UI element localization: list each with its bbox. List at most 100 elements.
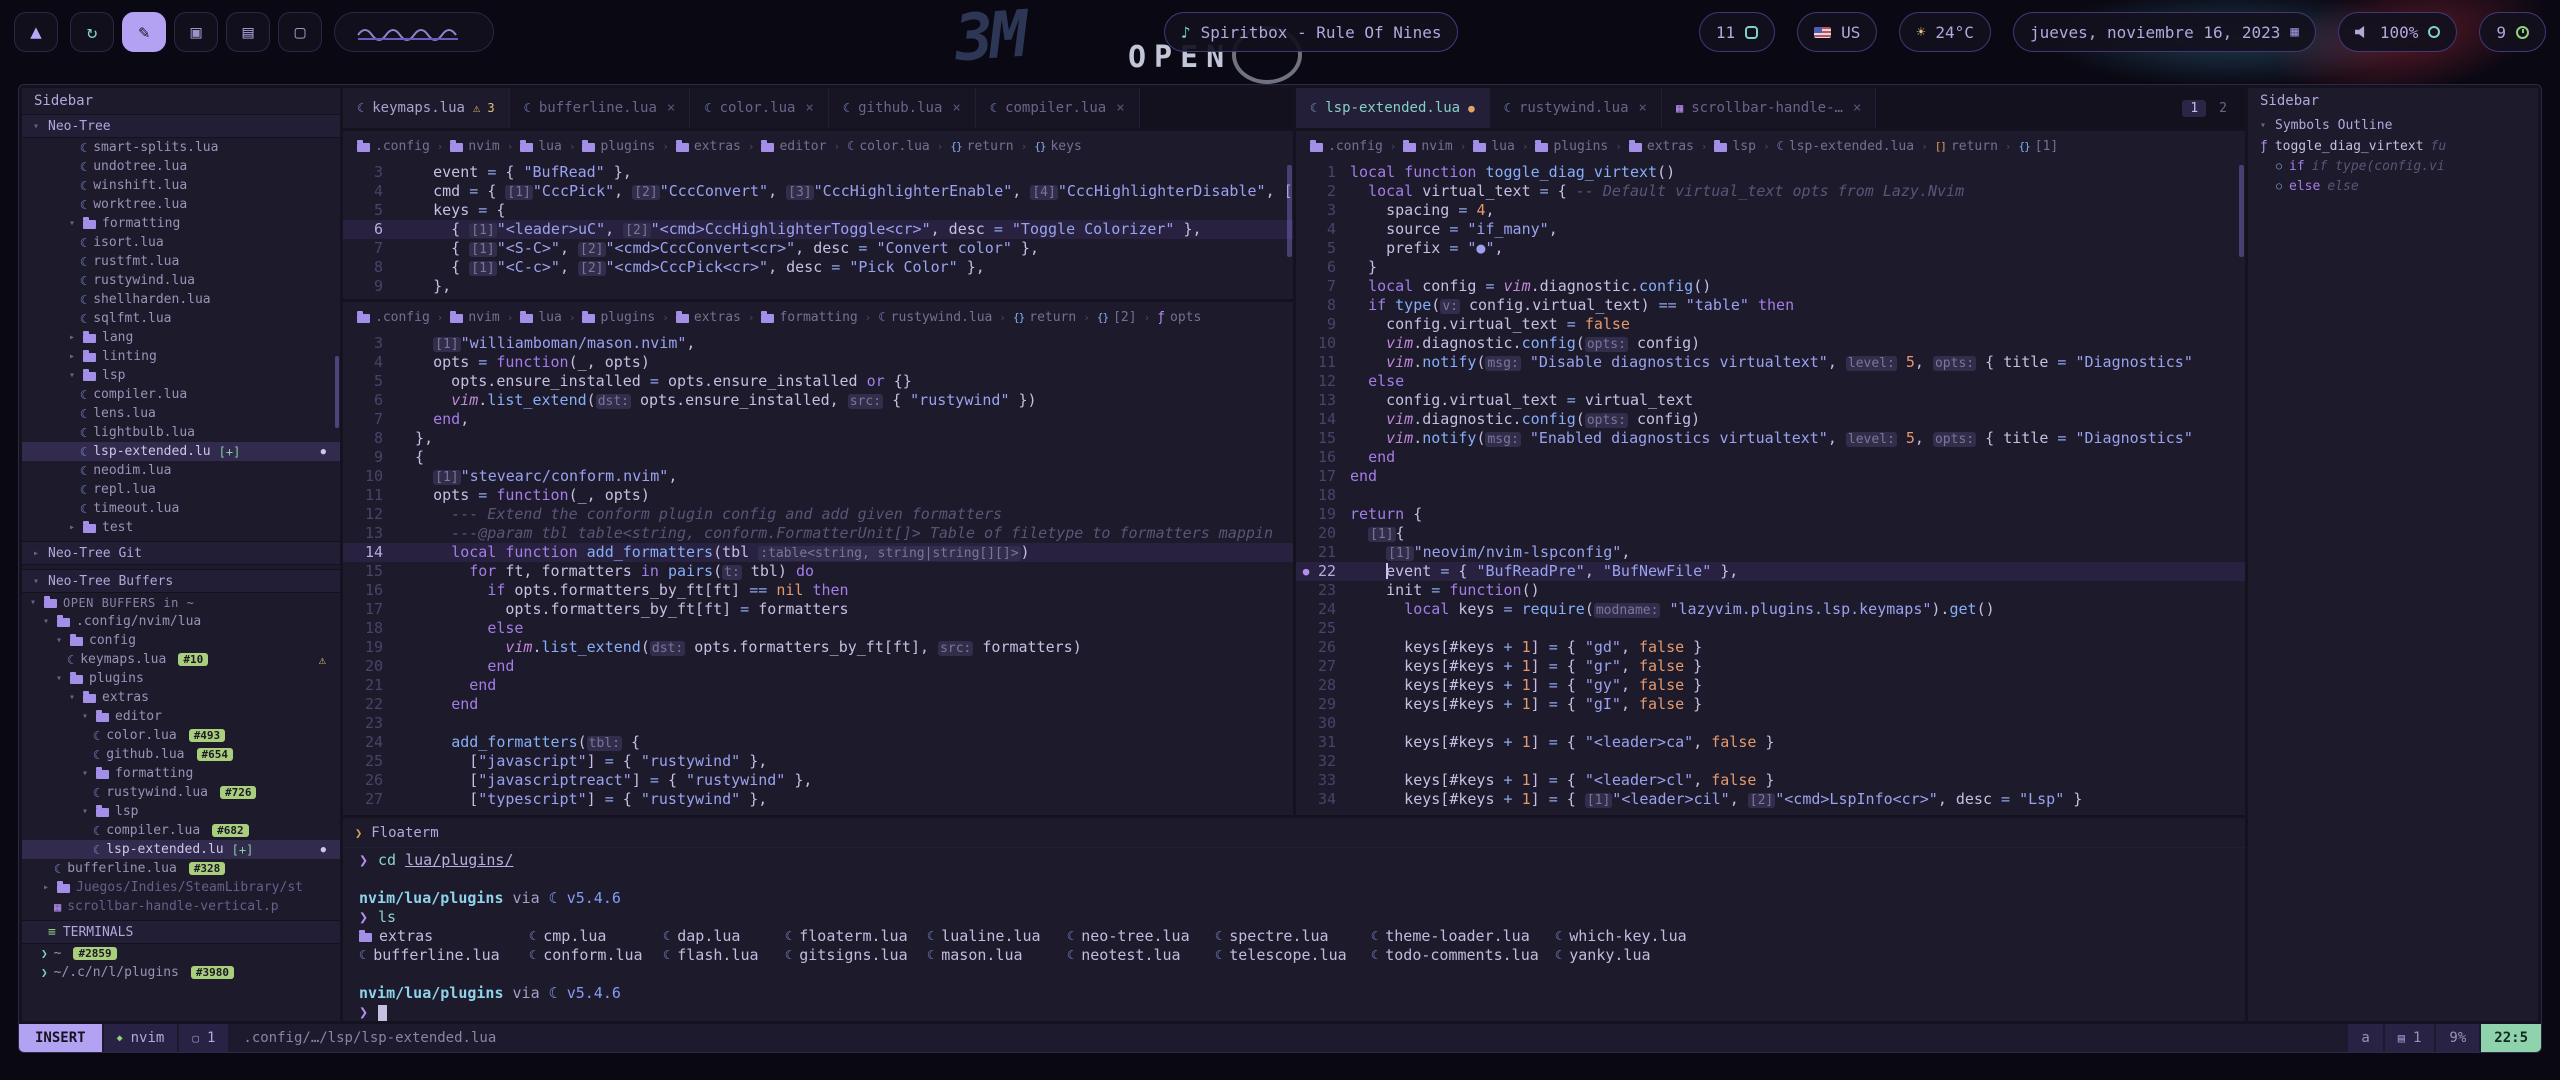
tree-item[interactable]: ☾bufferline.lua#328 [22,859,340,878]
pane-rustywind-lua[interactable]: .config›nvim›lua›plugins›extras›formatti… [343,302,1293,815]
breadcrumb-segment[interactable]: plugins [1535,139,1608,154]
tree-item[interactable]: ☾smart-splits.lua [22,138,340,157]
pill-volume[interactable]: 100% [2338,12,2458,52]
code-line[interactable]: 19 vim.list_extend(dst: opts.formatters_… [343,638,1293,657]
pill-clock-date[interactable]: jueves, noviembre 16, 2023▦ [2013,12,2316,52]
tree-item[interactable]: ☾isort.lua [22,233,340,252]
code-line[interactable]: 24 local keys = require(modname: "lazyvi… [1296,600,2245,619]
tree-item[interactable]: ☾compiler.lua [22,385,340,404]
tree-item[interactable]: ☾neodim.lua [22,461,340,480]
tree-item[interactable]: ☾sqlfmt.lua [22,309,340,328]
code-line[interactable]: 10 vim.diagnostic.config(opts: config) [1296,334,2245,353]
tree-item[interactable]: ❯~/.c/n/l/plugins#3980 [22,963,340,982]
code-view[interactable]: 3 [1]"williamboman/mason.nvim",4 opts = … [343,332,1293,815]
pane-lsp-extended-lua[interactable]: .config›nvim›lua›plugins›extras›lsp›☾lsp… [1296,131,2245,815]
breadcrumb-segment[interactable]: lsp [1714,139,1755,154]
tree-item[interactable]: ▦scrollbar-handle-vertical.p [22,897,340,916]
file-entry[interactable]: ☾conform.lua [529,946,663,965]
code-line[interactable]: 12 --- Extend the conform plugin config … [343,505,1293,524]
terminal-line[interactable]: ❯cdlua/plugins/ [359,851,2229,870]
tree-item[interactable]: ☾worktree.lua [22,195,340,214]
tree-item[interactable]: ☾undotree.lua [22,157,340,176]
code-line[interactable]: 5 keys = { [343,201,1293,220]
code-line[interactable]: 1local function toggle_diag_virtext() [1296,163,2245,182]
pill-keyboard-layout[interactable]: US [1797,12,1877,52]
sidebar-scrollbar[interactable] [335,356,339,428]
pane-scrollbar[interactable] [2239,165,2244,257]
tab-close-icon[interactable]: × [805,100,813,116]
code-line[interactable]: 3 event = { "BufRead" }, [343,163,1293,182]
breadcrumb-segment[interactable]: .config [357,310,430,325]
outline-item[interactable]: ○elseelse [2248,176,2538,196]
breadcrumb-segment[interactable]: .config [357,139,430,154]
breadcrumb-segment[interactable]: .config [1310,139,1383,154]
code-line[interactable]: 6 vim.list_extend(dst: opts.ensure_insta… [343,391,1293,410]
breadcrumb-segment[interactable]: editor [761,139,826,154]
tree-item[interactable]: ☾color.lua#493 [22,726,340,745]
tree-item[interactable]: ☾rustywind.lua [22,271,340,290]
tab-keymaps-lua[interactable]: ☾keymaps.lua⚠ 3 [343,88,510,128]
breadcrumb-segment[interactable]: nvim [450,310,499,325]
pill-timer[interactable]: 9 [2479,12,2546,52]
code-line[interactable]: 21 end [343,676,1293,695]
pill-weather[interactable]: ☀24°C [1899,12,1991,52]
tree-item[interactable]: ☾lsp-extended.lu[+]● [22,840,340,859]
terminal-line[interactable]: ❯ls [359,908,2229,927]
tab-close-icon[interactable]: × [1639,100,1647,116]
breadcrumb-segment[interactable]: nvim [450,139,499,154]
file-entry[interactable]: ☾mason.lua [927,946,1067,965]
tab-rustywind-lua[interactable]: ☾rustywind.lua× [1490,88,1662,128]
statusline-segment[interactable]: 9% [2436,1024,2479,1052]
code-line[interactable]: ●22 event = { "BufReadPre", "BufNewFile"… [1296,562,2245,581]
tree-item[interactable]: ▸linting [22,347,340,366]
breadcrumb-segment[interactable]: {}return [1013,310,1076,325]
code-line[interactable]: 27 keys[#keys + 1] = { "gr", false } [1296,657,2245,676]
tree-item[interactable]: ☾rustywind.lua#726 [22,783,340,802]
code-line[interactable]: 29 keys[#keys + 1] = { "gI", false } [1296,695,2245,714]
code-line[interactable]: 17 opts.formatters_by_ft[ft] = formatter… [343,600,1293,619]
file-entry[interactable]: extras [359,927,529,946]
code-line[interactable]: 9 { [343,448,1293,467]
tree-item[interactable]: ▾extras [22,688,340,707]
code-line[interactable]: 19return { [1296,505,2245,524]
file-entry[interactable]: ☾telescope.lua [1215,946,1371,965]
code-line[interactable]: 24 add_formatters(tbl: { [343,733,1293,752]
tree-item[interactable]: ▾config [22,631,340,650]
file-entry[interactable]: ☾todo-comments.lua [1371,946,1555,965]
code-line[interactable]: 11 vim.notify(msg: "Disable diagnostics … [1296,353,2245,372]
tree-item[interactable]: ▾OPEN BUFFERS in ~ [22,593,340,612]
tree-section-header[interactable]: ▾Neo-Tree [22,114,340,138]
file-entry[interactable]: ☾dap.lua [663,927,785,946]
code-line[interactable]: 15 for ft, formatters in pairs(t: tbl) d… [343,562,1293,581]
file-entry[interactable]: ☾bufferline.lua [359,946,529,965]
code-line[interactable]: 26 ["javascriptreact"] = { "rustywind" }… [343,771,1293,790]
tree-item[interactable]: ☾keymaps.lua#10⚠ [22,650,340,669]
tree-item[interactable]: ▸Juegos/Indies/SteamLibrary/st [22,878,340,897]
code-line[interactable]: 16 if opts.formatters_by_ft[ft] == nil t… [343,581,1293,600]
pane-color-lua[interactable]: .config›nvim›lua›plugins›extras›editor›☾… [343,131,1293,299]
code-line[interactable]: 4 opts = function(_, opts) [343,353,1293,372]
tree-item[interactable]: ☾timeout.lua [22,499,340,518]
code-line[interactable]: 9 }, [343,277,1293,296]
code-line[interactable]: 13 config.virtual_text = virtual_text [1296,391,2245,410]
code-line[interactable]: 21 [1]"neovim/nvim-lspconfig", [1296,543,2245,562]
tree-section-header[interactable]: ≡TERMINALS [22,920,340,944]
tab-scrollbar-handle-[interactable]: ▦scrollbar-handle-…× [1662,88,1876,128]
breadcrumb-segment[interactable]: {}[2] [1097,310,1137,325]
tab-color-lua[interactable]: ☾color.lua× [690,88,829,128]
file-entry[interactable]: ☾flash.lua [663,946,785,965]
file-entry[interactable]: ☾neo-tree.lua [1067,927,1215,946]
code-line[interactable]: 10 [1]"stevearc/conform.nvim", [343,467,1293,486]
breadcrumb-segment[interactable]: lua [1473,139,1514,154]
file-entry[interactable]: ☾theme-loader.lua [1371,927,1555,946]
tree-item[interactable]: ☾lens.lua [22,404,340,423]
file-entry[interactable]: ☾gitsigns.lua [785,946,927,965]
code-line[interactable]: 20 [1]{ [1296,524,2245,543]
tree-item[interactable]: ▾editor [22,707,340,726]
breadcrumb-segment[interactable]: formatting [761,310,857,325]
code-line[interactable]: 8 }, [343,429,1293,448]
file-entry[interactable]: ☾cmp.lua [529,927,663,946]
breadcrumb-segment[interactable]: ☾color.lua [847,139,930,154]
tree-item[interactable]: ☾lsp-extended.lu[+]● [22,442,340,461]
code-line[interactable]: 14 local function add_formatters(tbl :ta… [343,543,1293,562]
